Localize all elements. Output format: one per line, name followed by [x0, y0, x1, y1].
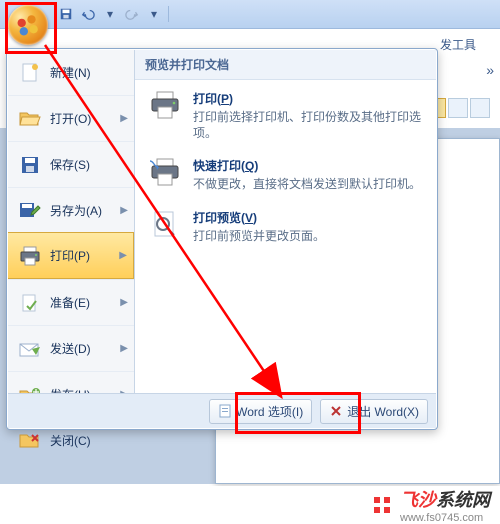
menu-item-label: 打印(P): [50, 247, 113, 264]
brand-url: www.fs0745.com: [400, 512, 490, 524]
office-menu-left: 新建(N) 打开(O) ▶ 保存(S) 另存为(A) ▶ 打印(P) ▶ 准备(…: [8, 50, 135, 393]
ribbon-tab-developer[interactable]: 发工具: [440, 28, 500, 53]
options-icon: [218, 404, 232, 418]
menu-item-label: 关闭(C): [50, 432, 128, 449]
printer-quick-icon: [147, 157, 183, 193]
menu-item-print[interactable]: 打印(P) ▶: [8, 232, 134, 279]
ribbon-expand-icon[interactable]: »: [486, 62, 494, 78]
office-menu-right: 预览并打印文档 打印(P) 打印前选择打印机、打印份数及其他打印选项。 快速打印…: [135, 50, 436, 393]
office-menu-bottom: Word 选项(I) 退出 Word(X): [8, 393, 436, 428]
print-submenu-title: 预览并打印文档: [135, 50, 436, 80]
brand-logo-icon: [370, 493, 394, 517]
menu-item-label: 打开(O): [50, 110, 114, 127]
prepare-icon: [16, 291, 44, 315]
menu-item-label: 新建(N): [50, 64, 128, 81]
new-document-icon: [16, 61, 44, 85]
close-document-icon: [16, 429, 44, 453]
redo-icon[interactable]: [122, 4, 142, 24]
print-option-desc: 打印前选择打印机、打印份数及其他打印选项。: [193, 109, 424, 141]
brand-name: 飞沙系统网: [400, 486, 490, 512]
print-option-desc: 不做更改，直接将文档发送到默认打印机。: [193, 176, 424, 192]
send-mail-icon: [16, 337, 44, 361]
office-menu: 新建(N) 打开(O) ▶ 保存(S) 另存为(A) ▶ 打印(P) ▶ 准备(…: [6, 48, 438, 430]
chevron-right-icon: ▶: [120, 113, 128, 124]
print-option-title: 快速打印(Q): [193, 157, 424, 174]
menu-item-send[interactable]: 发送(D) ▶: [8, 325, 134, 371]
menu-item-label: 另存为(A): [50, 202, 114, 219]
menu-item-label: 保存(S): [50, 156, 128, 173]
menu-item-label: 准备(E): [50, 294, 114, 311]
print-preview-icon: [147, 209, 183, 245]
menu-item-save-as[interactable]: 另存为(A) ▶: [8, 187, 134, 233]
annotation-highlight-word-options: [235, 392, 361, 434]
menu-item-open[interactable]: 打开(O) ▶: [8, 95, 134, 141]
menu-item-prepare[interactable]: 准备(E) ▶: [8, 279, 134, 325]
annotation-highlight-office-button: [5, 2, 57, 54]
save-as-icon: [16, 199, 44, 223]
align-center-button[interactable]: [448, 98, 468, 118]
folder-open-icon: [16, 107, 44, 131]
align-right-button[interactable]: [470, 98, 490, 118]
print-option-title: 打印预览(V): [193, 209, 424, 226]
print-option-print[interactable]: 打印(P) 打印前选择打印机、打印份数及其他打印选项。: [135, 80, 436, 147]
print-option-desc: 打印前预览并更改页面。: [193, 228, 424, 244]
menu-item-label: 发送(D): [50, 340, 114, 357]
printer-icon: [147, 90, 183, 126]
separator: [168, 6, 169, 22]
quick-access-toolbar: ▾ ▾: [0, 0, 500, 29]
chevron-right-icon: ▶: [120, 205, 128, 216]
menu-item-save[interactable]: 保存(S): [8, 141, 134, 187]
chevron-right-icon: ▶: [119, 250, 127, 261]
print-option-quick-print[interactable]: 快速打印(Q) 不做更改，直接将文档发送到默认打印机。: [135, 147, 436, 199]
chevron-down-icon[interactable]: ▾: [100, 4, 120, 24]
print-option-title: 打印(P): [193, 90, 424, 107]
watermark-footer: 飞沙系统网 www.fs0745.com: [0, 486, 500, 524]
chevron-right-icon: ▶: [120, 297, 128, 308]
save-icon: [16, 153, 44, 177]
chevron-right-icon: ▶: [120, 343, 128, 354]
save-icon[interactable]: [56, 4, 76, 24]
chevron-down-icon[interactable]: ▾: [144, 4, 164, 24]
printer-icon: [16, 244, 44, 268]
print-option-preview[interactable]: 打印预览(V) 打印前预览并更改页面。: [135, 199, 436, 251]
undo-icon[interactable]: [78, 4, 98, 24]
menu-item-new[interactable]: 新建(N): [8, 50, 134, 95]
